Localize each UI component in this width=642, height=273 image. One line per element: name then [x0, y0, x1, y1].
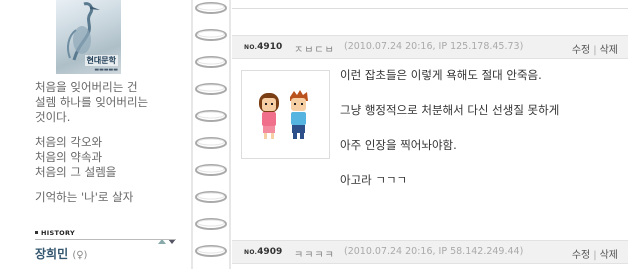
spiral-ring-highlight	[197, 111, 225, 119]
post-author[interactable]: ㅋㅋㅋㅋ	[294, 246, 335, 261]
post-actions: 수정 | 삭제	[572, 41, 618, 56]
poem-line: 것이다.	[35, 110, 71, 124]
post-content: 이런 잡초들은 이렇게 욕해도 절대 안죽음. 그냥 행정적으로 처분해서 다신…	[340, 68, 630, 208]
spiral-ring-highlight	[197, 165, 225, 173]
book-subtitle-decoration: ▬▬▬▬▬	[94, 67, 118, 73]
sidebar-poem: 처음을 잊어버리는 건 설렘 하나를 잊어버리는 것이다. 처음의 각오와 처음…	[35, 80, 185, 205]
post-meta: (2010.07.24 20:16, IP 58.142.249.44)	[344, 246, 524, 257]
poem-line: 처음의 약속과	[35, 150, 103, 164]
spiral-ring-highlight	[197, 192, 225, 200]
book-cover-image[interactable]: 현대문학 ▬▬▬▬▬	[56, 0, 121, 74]
post-author[interactable]: ㅈㅂㄷㅂ	[294, 41, 335, 56]
bullet-icon	[35, 231, 38, 234]
sidebar: 현대문학 ▬▬▬▬▬ 처음을 잊어버리는 건 설렘 하나를 잊어버리는 것이다.…	[0, 0, 190, 269]
post-number: NO.4910	[244, 42, 282, 52]
history-label: HISTORY	[41, 229, 75, 237]
spiral-ring-highlight	[197, 30, 225, 38]
delete-link[interactable]: 삭제	[600, 250, 618, 261]
poem-line: 처음을 잊어버리는 건	[35, 80, 138, 94]
edit-link[interactable]: 수정	[572, 45, 590, 56]
spiral-ring-highlight	[197, 219, 225, 227]
post-line: 이런 잡초들은 이렇게 욕해도 절대 안죽음.	[340, 68, 542, 82]
poem-line: 처음의 각오와	[35, 135, 103, 149]
delete-link[interactable]: 삭제	[600, 45, 618, 56]
post-line: 아고라 ㄱㄱㄱ	[340, 173, 408, 187]
spiral-ring-highlight	[197, 3, 225, 11]
post-meta: (2010.07.24 20:16, IP 125.178.45.73)	[344, 41, 524, 52]
girl-figure	[259, 93, 279, 139]
guestbook-main: NO.4910 ㅈㅂㄷㅂ (2010.07.24 20:16, IP 125.1…	[232, 0, 642, 269]
avatar	[241, 70, 330, 159]
book-title: 현대문학	[84, 55, 118, 66]
spiral-rings-icon	[191, 0, 231, 269]
member-name[interactable]: 장희민 (♀)	[35, 245, 87, 262]
post-header: NO.4909 ㅋㅋㅋㅋ (2010.07.24 20:16, IP 58.14…	[232, 240, 628, 264]
heron-illustration	[67, 2, 100, 61]
post-number: NO.4909	[244, 247, 282, 257]
pixel-couple-avatar-icon	[259, 90, 308, 139]
post-line: 아주 인장을 찍어놔야함.	[340, 138, 457, 152]
edit-link[interactable]: 수정	[572, 250, 590, 261]
post-number-prefix: NO.	[244, 249, 258, 256]
post-header: NO.4910 ㅈㅂㄷㅂ (2010.07.24 20:16, IP 125.1…	[232, 35, 628, 59]
post-number-value: 4910	[257, 42, 283, 52]
post-actions: 수정 | 삭제	[572, 246, 618, 261]
boy-figure	[290, 90, 308, 139]
member-name-text: 장희민	[35, 247, 69, 261]
post-number-prefix: NO.	[244, 44, 258, 51]
post-line: 그냥 행정적으로 처분해서 다신 선생질 못하게	[340, 103, 560, 117]
spiral-ring-highlight	[197, 246, 225, 254]
spiral-ring-highlight	[197, 57, 225, 65]
post-number-value: 4909	[257, 247, 283, 257]
poem-line: 기억하는 '나'로 살자	[35, 190, 134, 204]
spiral-ring-highlight	[197, 84, 225, 92]
top-divider	[232, 8, 628, 9]
separator: |	[593, 250, 597, 261]
gender-indicator: (♀)	[72, 250, 88, 261]
spiral-binding	[190, 0, 232, 269]
history-header: HISTORY	[35, 228, 176, 244]
poem-line: 설렘 하나를 잊어버리는	[35, 95, 149, 109]
poem-line: 처음의 그 설렘을	[35, 165, 117, 179]
divider	[35, 239, 176, 240]
separator: |	[593, 45, 597, 56]
spiral-ring-highlight	[197, 138, 225, 146]
